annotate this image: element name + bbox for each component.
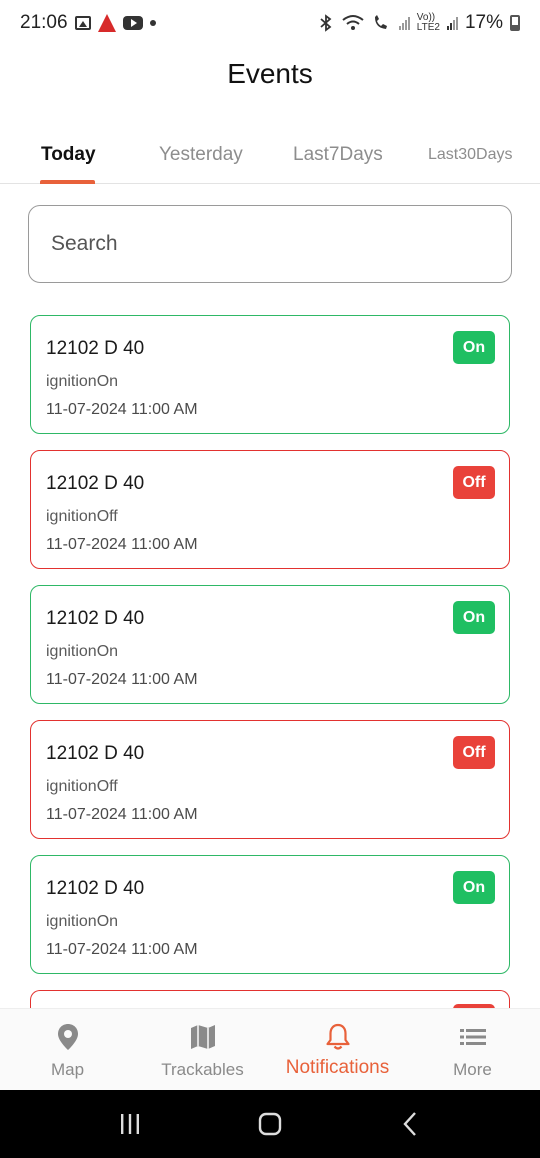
back-chevron-icon	[403, 1112, 416, 1136]
status-badge: On	[453, 331, 495, 364]
event-card[interactable]: 12102 D 40 ignitionOn 11-07-2024 11:00 A…	[30, 585, 510, 704]
tab-today[interactable]: Today	[41, 144, 96, 166]
signal-1-icon	[398, 16, 410, 30]
event-vehicle: 12102 D 40	[46, 608, 145, 629]
nav-label-map: Map	[50, 1060, 85, 1079]
nav-item-notifications[interactable]: Notifications	[270, 1009, 405, 1090]
status-badge: Off	[453, 736, 495, 769]
navigation-arrow-icon	[97, 14, 116, 32]
home-button[interactable]	[250, 1104, 290, 1144]
event-time: 11-07-2024 11:00 AM	[46, 536, 198, 553]
wifi-calling-icon	[374, 15, 387, 29]
bottom-nav: Map Trackables Notifications More	[0, 1008, 540, 1090]
back-button[interactable]	[390, 1104, 430, 1144]
event-card[interactable]: 12102 D 40 ignitionOn 11-07-2024 11:00 A…	[30, 855, 510, 974]
bluetooth-icon	[320, 14, 332, 32]
page-title: Events	[227, 58, 313, 89]
status-bar: 21:06 Vo)) LTE2 17%	[0, 0, 540, 46]
tab-yesterday[interactable]: Yesterday	[159, 144, 243, 166]
event-card[interactable]: 12102 D 40 ignitionOff 11-07-2024 11:00 …	[30, 720, 510, 839]
event-time: 11-07-2024 11:00 AM	[46, 806, 198, 823]
system-nav-bar	[0, 1090, 540, 1158]
battery-percent: 17%	[464, 12, 503, 33]
status-badge: Off	[453, 466, 495, 499]
event-type: ignitionOff	[46, 508, 118, 525]
event-type: ignitionOff	[46, 778, 118, 795]
nav-label-more: More	[453, 1060, 492, 1079]
gallery-icon	[74, 16, 91, 30]
map-pin-icon	[57, 1024, 78, 1050]
event-type: ignitionOn	[46, 373, 119, 390]
nav-label-notifications: Notifications	[285, 1057, 390, 1078]
signal-2-icon	[446, 16, 458, 30]
bell-icon	[325, 1023, 350, 1050]
volte-label: Vo)) LTE2	[416, 12, 440, 33]
battery-icon	[510, 15, 520, 31]
tab-last7days[interactable]: Last7Days	[293, 144, 383, 166]
event-vehicle: 12102 D 40	[46, 338, 145, 359]
event-vehicle: 12102 D 40	[46, 878, 145, 899]
events-screen: 21:06 Vo)) LTE2 17% Events Today Yesterd…	[0, 0, 540, 1158]
search-input[interactable]	[51, 232, 489, 256]
search-box	[28, 205, 512, 283]
active-tab-indicator	[40, 180, 95, 184]
nav-item-more[interactable]: More	[405, 1009, 540, 1090]
date-range-tabs: Today Yesterday Last7Days Last30Days	[0, 128, 540, 184]
nav-label-trackables: Trackables	[161, 1060, 244, 1079]
status-badge: On	[453, 871, 495, 904]
wifi-icon	[342, 15, 364, 30]
event-time: 11-07-2024 11:00 AM	[46, 941, 198, 958]
menu-lines-icon	[459, 1029, 486, 1045]
youtube-icon	[122, 16, 143, 30]
event-type: ignitionOn	[46, 913, 119, 930]
folded-map-icon	[190, 1025, 215, 1049]
status-left: 21:06	[20, 12, 156, 34]
status-time: 21:06	[20, 12, 68, 33]
event-list: 12102 D 40 ignitionOn 11-07-2024 11:00 A…	[30, 315, 510, 1036]
event-time: 11-07-2024 11:00 AM	[46, 401, 198, 418]
event-card[interactable]: 12102 D 40 ignitionOff 11-07-2024 11:00 …	[30, 450, 510, 569]
status-badge: On	[453, 601, 495, 634]
event-time: 11-07-2024 11:00 AM	[46, 671, 198, 688]
nav-item-map[interactable]: Map	[0, 1009, 135, 1090]
status-right: Vo)) LTE2 17%	[318, 12, 520, 34]
recent-apps-button[interactable]	[110, 1104, 150, 1144]
event-card[interactable]: 12102 D 40 ignitionOn 11-07-2024 11:00 A…	[30, 315, 510, 434]
nav-item-trackables[interactable]: Trackables	[135, 1009, 270, 1090]
recent-apps-icon	[121, 1114, 139, 1134]
home-icon	[258, 1112, 282, 1136]
event-vehicle: 12102 D 40	[46, 473, 145, 494]
event-vehicle: 12102 D 40	[46, 743, 145, 764]
tab-last30days[interactable]: Last30Days	[428, 146, 513, 164]
notification-dot-icon	[149, 20, 156, 26]
event-type: ignitionOn	[46, 643, 119, 660]
